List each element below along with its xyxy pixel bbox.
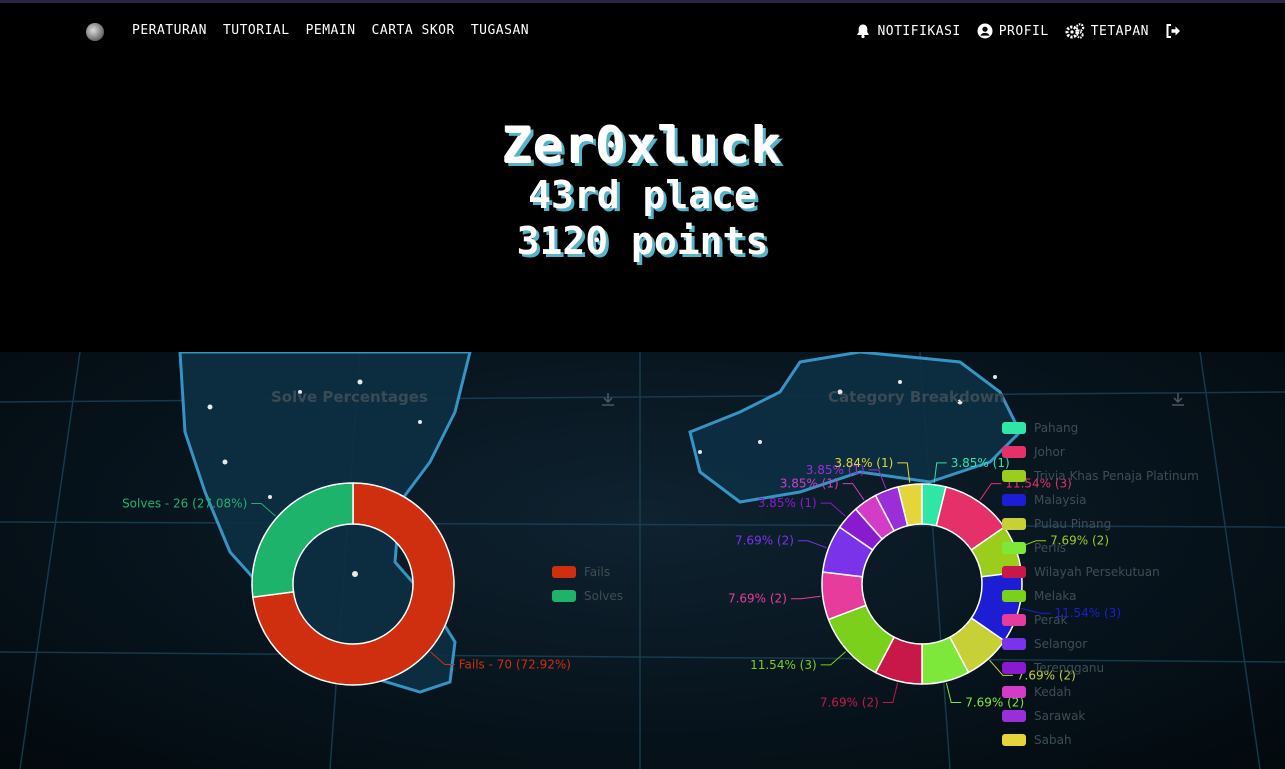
category-chart-label-line <box>790 595 821 600</box>
category-chart-label-line <box>882 682 899 703</box>
nav-rules[interactable]: PERATURAN <box>132 23 207 38</box>
category-chart-legend-label: Selangor <box>1034 637 1088 651</box>
profile-hero: Zer0xluck 43rd place 3120 points <box>0 59 1285 352</box>
category-chart-legend-item[interactable]: Malaysia <box>1002 493 1086 507</box>
category-chart-legend-label: Perlis <box>1034 541 1067 555</box>
category-chart-legend-swatch <box>1002 614 1026 626</box>
navbar: PERATURAN TUTORIAL PEMAIN CARTA SKOR TUG… <box>0 3 1285 59</box>
category-chart-label-line <box>797 540 827 549</box>
category-chart-legend-label: Kedah <box>1034 685 1072 699</box>
category-chart-data-label: 3.85% (1) <box>951 456 1010 470</box>
category-chart-data-label: 7.69% (2) <box>735 534 794 548</box>
category-chart-label-line <box>820 651 846 666</box>
category-chart-data-label: 3.85% (1) <box>780 477 839 491</box>
category-chart-legend-item[interactable]: Kedah <box>1002 685 1071 699</box>
solve-chart-legend-label: Solves <box>584 589 624 603</box>
solve-chart-legend-item[interactable]: Fails <box>552 565 610 579</box>
category-chart-legend-swatch <box>1002 494 1026 506</box>
sign-out-icon <box>1166 24 1180 38</box>
category-chart-label-line <box>868 469 887 489</box>
category-chart-legend-item[interactable]: Perlis <box>1002 541 1066 555</box>
solve-chart-legend-label: Fails <box>584 565 611 579</box>
category-chart-legend-item[interactable]: Trivia Khas Penaja Platinum <box>1002 469 1199 483</box>
category-chart-legend-label: Terengganu <box>1034 661 1105 675</box>
category-chart-legend-label: Sarawak <box>1034 709 1086 723</box>
solve-chart-legend-swatch <box>552 590 576 602</box>
nav-players[interactable]: PEMAIN <box>306 23 356 38</box>
nav-logout[interactable] <box>1165 23 1181 39</box>
category-chart-legend-item[interactable]: Johor <box>1002 445 1065 459</box>
category-chart-legend-item[interactable]: Selangor <box>1002 637 1087 651</box>
category-chart-legend-item[interactable]: Wilayah Persekutuan <box>1002 565 1160 579</box>
category-chart-label-line <box>842 483 865 501</box>
category-chart-label-line <box>897 462 911 483</box>
category-chart-legend-label: Wilayah Persekutuan <box>1034 565 1160 579</box>
category-chart-label-line <box>979 483 1002 501</box>
nav-notifications[interactable]: NOTIFIKASI <box>855 23 960 39</box>
solve-chart-legend-item[interactable]: Solves <box>552 589 623 603</box>
category-chart-legend-swatch <box>1002 590 1026 602</box>
category-chart-legend-label: Pahang <box>1034 421 1079 435</box>
bell-icon <box>857 24 870 39</box>
category-chart-legend-item[interactable]: Sabah <box>1002 733 1072 747</box>
category-chart-legend-item[interactable]: Melaka <box>1002 589 1077 603</box>
category-chart-legend-swatch <box>1002 470 1026 482</box>
category-chart-legend-label: Perak <box>1034 613 1068 627</box>
category-chart-legend-swatch <box>1002 542 1026 554</box>
category-chart-legend-swatch <box>1002 518 1026 530</box>
user-circle-icon <box>977 23 993 39</box>
category-chart-legend-item[interactable]: Perak <box>1002 613 1067 627</box>
nav-right-menu: NOTIFIKASI PROFIL TETAPAN <box>855 23 1181 39</box>
category-chart-legend-swatch <box>1002 710 1026 722</box>
nav-challenges[interactable]: TUGASAN <box>471 23 529 38</box>
nav-left-menu: PERATURAN TUTORIAL PEMAIN CARTA SKOR TUG… <box>132 23 529 38</box>
category-chart-legend-swatch <box>1002 638 1026 650</box>
nav-profile-label: PROFIL <box>998 23 1049 39</box>
category-chart-label-line <box>933 462 947 483</box>
category-chart-legend-label: Pulau Pinang <box>1034 517 1112 531</box>
category-chart-data-label: 11.54% (3) <box>750 658 817 672</box>
nav-settings[interactable]: TETAPAN <box>1065 23 1149 39</box>
category-chart-legend-label: Melaka <box>1034 589 1077 603</box>
category-chart-legend-swatch <box>1002 566 1026 578</box>
category-chart-data-label: 7.69% (2) <box>820 695 879 709</box>
category-chart-legend-swatch <box>1002 686 1026 698</box>
category-chart-legend-label: Sabah <box>1034 733 1072 747</box>
category-chart-legend-item[interactable]: Pulau Pinang <box>1002 517 1111 531</box>
category-chart-label-line <box>820 502 846 517</box>
category-breakdown-chart: 3.85% (1)11.54% (3)7.69% (2)11.54% (3)7.… <box>728 456 1121 710</box>
category-chart-data-label: 3.84% (1) <box>834 456 893 470</box>
category-chart-legend-item[interactable]: Terengganu <box>1002 661 1104 675</box>
site-logo[interactable] <box>86 23 104 41</box>
category-chart-legend-swatch <box>1002 446 1026 458</box>
category-chart-legend-swatch <box>1002 734 1026 746</box>
nav-profile[interactable]: PROFIL <box>977 23 1049 39</box>
stats-section: Solve Percentages Fails - 70 (72.92%) Sol… <box>0 352 1285 769</box>
category-chart-label-line <box>945 682 962 703</box>
category-chart-legend-label: Malaysia <box>1034 493 1087 507</box>
category-chart-legend-swatch <box>1002 662 1026 674</box>
category-chart-legend-label: Johor <box>1034 445 1065 459</box>
nav-notifications-label: NOTIFIKASI <box>877 23 961 39</box>
score-points: 3120 points <box>516 219 769 263</box>
solve-chart-legend-swatch <box>552 566 576 578</box>
gears-icon <box>1065 23 1085 39</box>
nav-tutorial[interactable]: TUTORIAL <box>223 23 290 38</box>
nav-settings-label: TETAPAN <box>1090 23 1149 39</box>
category-chart-legend-swatch <box>1002 422 1026 434</box>
nav-scoreboard[interactable]: CARTA SKOR <box>372 23 455 38</box>
category-chart-data-label: 3.85% (1) <box>758 496 817 510</box>
category-chart-legend-item[interactable]: Pahang <box>1002 421 1078 435</box>
category-chart-data-label: 7.69% (2) <box>728 592 787 606</box>
category-chart-legend-item[interactable]: Sarawak <box>1002 709 1085 723</box>
category-chart-legend-label: Trivia Khas Penaja Platinum <box>1034 469 1199 483</box>
rank-place: 43rd place <box>528 173 757 217</box>
username: Zer0xluck <box>502 117 783 175</box>
